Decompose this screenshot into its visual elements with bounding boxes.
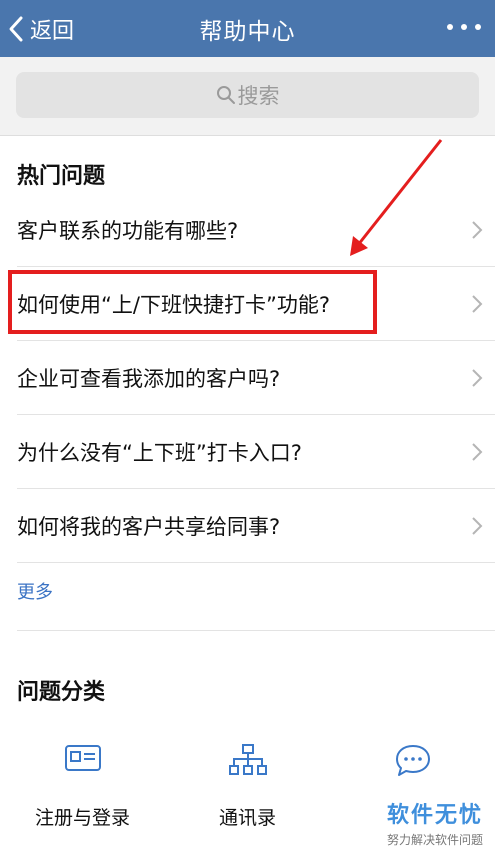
question-item[interactable]: 如何将我的客户共享给同事? (0, 489, 495, 563)
search-placeholder: 搜索 (237, 84, 280, 108)
hot-questions-list: 客户联系的功能有哪些? 如何使用“上/下班快捷打卡”功能? 企业可查看我添加的客… (0, 193, 495, 563)
chevron-right-icon (472, 369, 483, 387)
search-icon (216, 86, 235, 104)
chevron-right-icon (472, 517, 483, 535)
question-text: 为什么没有“上下班”打卡入口? (17, 441, 302, 465)
question-text: 企业可查看我添加的客户吗? (17, 367, 281, 391)
question-text: 客户联系的功能有哪些? (17, 219, 239, 243)
category-label: 注册与登录 (34, 807, 130, 829)
dot-icon (475, 24, 481, 30)
watermark-title: 软件无忧 (386, 803, 483, 828)
search-input[interactable]: 搜索 (16, 72, 479, 118)
id-card-icon (64, 745, 101, 771)
watermark: 软件无忧 努力解决软件问题 (387, 797, 483, 848)
chevron-right-icon (472, 295, 483, 313)
question-item[interactable]: 客户联系的功能有哪些? (0, 193, 495, 267)
nav-bar: 返回 帮助中心 (0, 0, 495, 57)
question-item[interactable]: 企业可查看我添加的客户吗? (0, 341, 495, 415)
question-text: 如何将我的客户共享给同事? (17, 515, 281, 539)
page-title: 帮助中心 (199, 18, 296, 45)
divider (17, 562, 495, 563)
more-link[interactable]: 更多 (17, 578, 53, 604)
categories-title: 问题分类 (17, 680, 106, 705)
org-chart-icon (228, 744, 267, 775)
category-register-login[interactable]: 注册与登录 (0, 735, 165, 835)
category-contacts[interactable]: 通讯录 (165, 735, 330, 835)
highlight-box (8, 270, 377, 334)
question-item[interactable]: 为什么没有“上下班”打卡入口? (0, 415, 495, 489)
dot-icon (447, 24, 453, 30)
dot-icon (461, 24, 467, 30)
divider (17, 630, 495, 631)
chevron-right-icon (472, 221, 483, 239)
chevron-right-icon (472, 443, 483, 461)
search-area: 搜索 (0, 57, 495, 136)
hot-questions-title: 热门问题 (17, 164, 106, 189)
watermark-subtitle: 努力解决软件问题 (386, 833, 483, 847)
chat-bubble-icon (395, 745, 430, 776)
category-label: 通讯录 (218, 807, 276, 829)
more-options-button[interactable] (447, 17, 481, 37)
